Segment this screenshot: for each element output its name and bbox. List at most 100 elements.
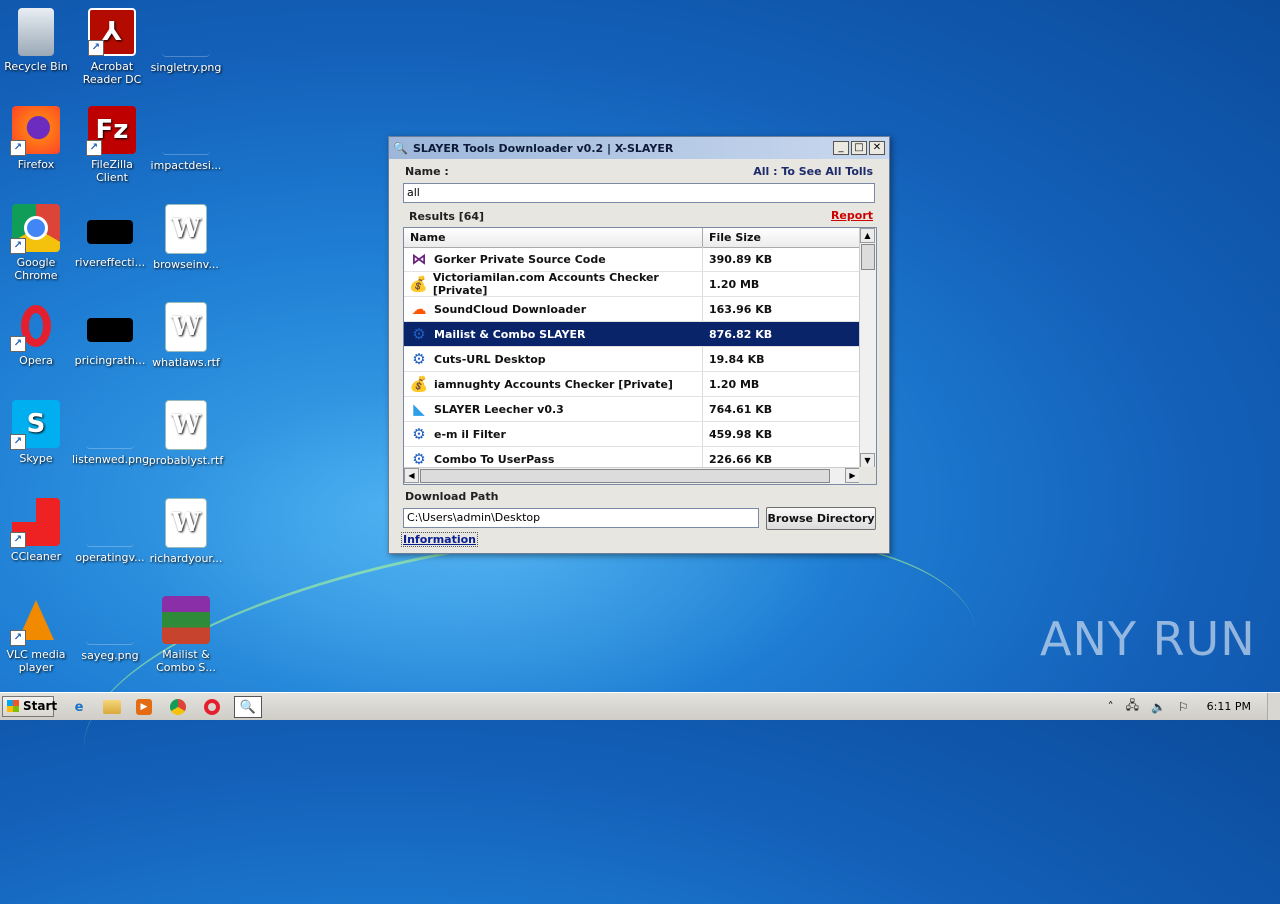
scroll-right-button[interactable]: ▶ — [845, 468, 860, 483]
desktop-icon-chrome[interactable]: ↗ Google Chrome — [0, 204, 74, 282]
desktop-icon-sayeg[interactable]: sayeg.png — [72, 596, 148, 662]
browse-directory-button[interactable]: Browse Directory — [766, 507, 876, 530]
row-name: iamnughty Accounts Checker [Private] — [434, 377, 673, 391]
desktop-icon-impactdesi[interactable]: impactdesi... — [148, 106, 224, 172]
gears-icon: ⚙ — [412, 325, 426, 343]
visual-studio-icon: ⋈ — [411, 250, 427, 268]
image-file-icon — [162, 106, 210, 155]
desktop-icon-label: probablyst.rtf — [148, 454, 224, 467]
show-desktop-button[interactable] — [1267, 693, 1280, 720]
folder-icon[interactable] — [103, 700, 121, 714]
desktop-icon-acrobat[interactable]: ⅄ ↗ Acrobat Reader DC — [74, 8, 150, 86]
desktop-icon-whatlaws[interactable]: W whatlaws.rtf — [148, 302, 224, 369]
download-path-input[interactable]: C:\Users\admin\Desktop — [403, 508, 759, 528]
desktop-icon-pricingrath[interactable]: pricingrath... — [72, 302, 148, 367]
report-link[interactable]: Report — [831, 209, 873, 222]
table-row[interactable]: ☁ SoundCloud Downloader 163.96 KB — [404, 297, 860, 322]
column-header-name[interactable]: Name — [404, 228, 703, 247]
desktop-icon-label: rivereffecti... — [74, 256, 146, 269]
row-name: Gorker Private Source Code — [434, 252, 606, 266]
slayer-downloader-window: 🔍 SLAYER Tools Downloader v0.2 | X-SLAYE… — [388, 136, 890, 554]
desktop-icon-opera[interactable]: ↗ Opera — [0, 302, 74, 367]
media-player-icon[interactable]: ▶ — [136, 699, 152, 715]
clock[interactable]: 6:11 PM — [1207, 700, 1251, 713]
table-row[interactable]: ⚙ Cuts-URL Desktop 19.84 KB — [404, 347, 860, 372]
table-row[interactable]: ⚙ e-m il Filter 459.98 KB — [404, 422, 860, 447]
internet-explorer-icon[interactable]: e — [69, 697, 89, 717]
scroll-up-button[interactable]: ▲ — [860, 228, 875, 243]
cell-size: 459.98 KB — [709, 427, 773, 441]
table-row[interactable]: ◣ SLAYER Leecher v0.3 764.61 KB — [404, 397, 860, 422]
horizontal-scrollbar[interactable]: ◀ ▶ — [404, 467, 860, 484]
search-icon[interactable]: 🔍 — [234, 696, 262, 718]
desktop-icon-vlc[interactable]: ↗ VLC media player — [0, 596, 74, 674]
opera-icon[interactable] — [204, 699, 220, 715]
table-row[interactable]: ⋈ Gorker Private Source Code 390.89 KB — [404, 247, 860, 272]
desktop-icon-label: Firefox — [17, 158, 55, 171]
desktop-icon-label: singletry.png — [150, 61, 222, 74]
desktop-icon-filezilla[interactable]: Fz ↗ FileZilla Client — [74, 106, 150, 184]
desktop-icon-label: richardyour... — [149, 552, 223, 565]
desktop-icon-label: Acrobat Reader DC — [82, 60, 142, 86]
start-button[interactable]: Start — [2, 696, 57, 717]
desktop-icon-browseinv[interactable]: W browseinv... — [148, 204, 224, 271]
gears-icon: ⚙ — [412, 450, 426, 468]
volume-icon[interactable]: 🔈 — [1151, 700, 1166, 714]
cell-size: 1.20 MB — [709, 277, 760, 291]
scroll-down-button[interactable]: ▼ — [860, 453, 875, 468]
cell-size: 163.96 KB — [709, 302, 773, 316]
close-button[interactable]: ✕ — [869, 141, 885, 155]
word-document-icon: W — [165, 498, 207, 548]
table-row[interactable]: 💰 Victoriamilan.com Accounts Checker [Pri… — [404, 271, 860, 297]
cell-name: ☁ SoundCloud Downloader — [404, 297, 703, 321]
desktop-icon-rivereffecti[interactable]: rivereffecti... — [72, 204, 148, 269]
cell-name: ⚙ Mailist & Combo SLAYER — [404, 322, 703, 346]
cell-size: 1.20 MB — [709, 377, 760, 391]
name-label: Name : — [405, 165, 449, 178]
cell-size: 226.66 KB — [709, 452, 773, 466]
desktop-icon-label: Mailist & Combo S... — [156, 648, 216, 674]
search-icon: 🔍 — [393, 141, 408, 155]
image-file-icon — [87, 220, 133, 244]
scroll-left-button[interactable]: ◀ — [404, 468, 419, 483]
chrome-icon: ↗ — [10, 204, 60, 254]
desktop-icon-skype[interactable]: S ↗ Skype — [0, 400, 74, 465]
table-row[interactable]: 💰 iamnughty Accounts Checker [Private] 1.2… — [404, 372, 860, 397]
desktop-icon-operatingv[interactable]: operatingv... — [72, 498, 148, 564]
cell-name: ◣ SLAYER Leecher v0.3 — [404, 397, 703, 421]
show-hidden-icons-icon[interactable]: ˄ — [1108, 700, 1114, 714]
row-name: Victoriamilan.com Accounts Checker [Priv… — [432, 271, 659, 297]
column-header-size[interactable]: File Size — [703, 228, 860, 247]
desktop-icon-singletry[interactable]: singletry.png — [148, 8, 224, 74]
row-name: Cuts-URL Desktop — [434, 352, 546, 366]
scroll-thumb[interactable] — [861, 244, 875, 270]
vertical-scrollbar[interactable]: ▲ ▼ — [859, 228, 876, 468]
table-row[interactable]: ⚙ Mailist & Combo SLAYER 876.82 KB — [404, 322, 860, 347]
network-icon[interactable]: 🖧 — [1126, 696, 1139, 717]
search-input[interactable]: all — [403, 183, 875, 203]
title-bar[interactable]: 🔍 SLAYER Tools Downloader v0.2 | X-SLAYE… — [389, 137, 889, 159]
desktop-icon-firefox[interactable]: ↗ Firefox — [0, 106, 74, 171]
firefox-icon: ↗ — [10, 106, 60, 156]
action-center-flag-icon[interactable]: ⚐ — [1178, 700, 1189, 714]
chrome-icon[interactable] — [170, 699, 186, 715]
windows-logo-icon — [7, 700, 19, 712]
desktop-icon-recycle-bin[interactable]: Recycle Bin — [0, 8, 74, 73]
desktop-icon-ccleaner[interactable]: ↗ CCleaner — [0, 498, 74, 563]
maximize-button[interactable]: □ — [851, 141, 867, 155]
desktop-icon-probablyst[interactable]: W probablyst.rtf — [148, 400, 224, 467]
minimize-button[interactable]: _ — [833, 141, 849, 155]
taskbar: Start e ▶ 🔍 ˄ 🖧 🔈 ⚐ 6:11 PM — [0, 692, 1280, 720]
row-name: Combo To UserPass — [434, 452, 555, 466]
desktop-icon-richardyour[interactable]: W richardyour... — [148, 498, 224, 565]
cell-size: 876.82 KB — [709, 327, 773, 341]
desktop-icon-label: Recycle Bin — [4, 60, 68, 73]
vlc-icon: ↗ — [10, 596, 60, 646]
row-name: e-m il Filter — [434, 427, 506, 441]
gears-icon: ⚙ — [412, 350, 426, 368]
hscroll-thumb[interactable] — [420, 469, 830, 483]
download-path-label: Download Path — [405, 490, 499, 503]
desktop-icon-mailist-combo[interactable]: Mailist & Combo S... — [148, 596, 224, 674]
desktop-icon-listenwed[interactable]: listenwed.png — [72, 400, 149, 466]
information-link[interactable]: Information — [401, 532, 478, 547]
